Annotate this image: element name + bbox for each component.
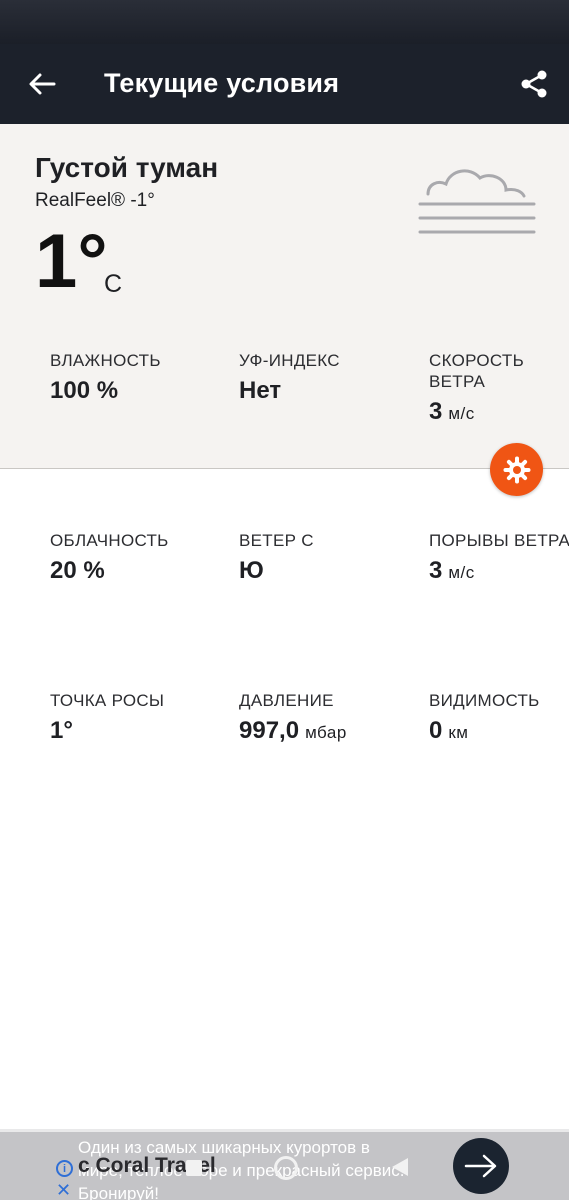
metric-wind-direction: Ветер с Ю: [239, 530, 399, 585]
temperature-value: 1°: [35, 219, 108, 304]
metric-label: Влажность: [50, 351, 161, 370]
metric-unit: м/с: [448, 563, 475, 582]
ad-close-icon[interactable]: ✕: [56, 1180, 71, 1200]
metric-label: Давление: [239, 691, 334, 710]
metric-humidity: Влажность 100 %: [50, 350, 210, 405]
ad-banner[interactable]: Один из самых шикарных курортов в мире, …: [0, 1129, 569, 1200]
realfeel-text: RealFeel® -1°: [35, 190, 155, 211]
settings-button[interactable]: [490, 443, 543, 496]
metric-label: Точка росы: [50, 691, 165, 710]
metric-label: Облачность: [50, 531, 169, 550]
metric-label: Порывы ветра: [429, 531, 569, 550]
recents-nav-button[interactable]: [186, 1160, 202, 1176]
back-arrow-icon: [29, 73, 56, 95]
ad-info-icon[interactable]: i: [56, 1160, 73, 1177]
metric-label: Ветер с: [239, 531, 314, 550]
fog-icon: [418, 169, 536, 234]
temperature-unit: C: [104, 270, 123, 298]
metric-value: Нет: [239, 377, 282, 404]
metric-wind-gusts: Порывы ветра 3 м/с: [429, 530, 569, 585]
metric-value: 100 %: [50, 377, 119, 404]
metric-label: Видимость: [429, 691, 540, 710]
metric-pressure: Давление 997,0 мбар: [239, 690, 419, 745]
metric-value: 0: [429, 717, 443, 744]
share-button[interactable]: [512, 64, 556, 104]
home-nav-button[interactable]: [274, 1156, 298, 1180]
page-title: Текущие условия: [104, 68, 340, 98]
arrow-right-icon: [464, 1154, 497, 1178]
status-bar: [0, 0, 569, 44]
metric-value: 1°: [50, 717, 73, 744]
metric-value: Ю: [239, 557, 264, 584]
share-icon: [521, 70, 547, 98]
metric-visibility: Видимость 0 км: [429, 690, 559, 745]
back-button[interactable]: [22, 64, 62, 104]
metric-unit: мбар: [305, 723, 347, 742]
metric-label: УФ-индекс: [239, 351, 340, 370]
current-conditions-panel: Густой туман RealFeel® -1° 1° C Влажност…: [0, 124, 569, 469]
condition-text: Густой туман: [35, 152, 219, 183]
metric-value: 20 %: [50, 557, 105, 584]
back-nav-button[interactable]: [392, 1158, 408, 1176]
ad-open-button[interactable]: [453, 1138, 509, 1194]
metric-unit: км: [448, 723, 469, 742]
metric-dew-point: Точка росы 1°: [50, 690, 210, 745]
metric-label: Скорость ветра: [429, 351, 525, 391]
metric-unit: м/с: [448, 404, 475, 423]
metric-uv-index: УФ-индекс Нет: [239, 350, 399, 405]
metric-cloud-cover: Облачность 20 %: [50, 530, 210, 585]
metric-value: 3: [429, 557, 443, 584]
metric-value: 3: [429, 398, 443, 425]
gear-icon: [503, 456, 530, 483]
metric-wind-speed: Скорость ветра 3 м/с: [429, 350, 549, 426]
metric-value: 997,0: [239, 717, 300, 744]
app-bar: Текущие условия: [0, 44, 569, 124]
